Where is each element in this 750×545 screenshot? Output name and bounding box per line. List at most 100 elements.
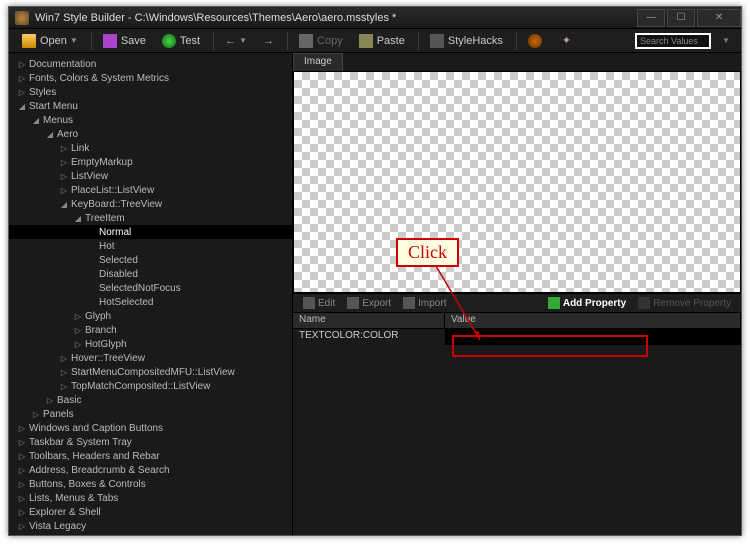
tree-item[interactable]: HotSelected (9, 295, 292, 309)
open-button[interactable]: Open▼ (15, 31, 85, 51)
image-preview[interactable] (293, 71, 741, 293)
tree-item[interactable]: ▷Address, Breadcrumb & Search (9, 463, 292, 477)
expander-open-icon[interactable]: ◢ (59, 199, 69, 209)
col-value[interactable]: Value (445, 313, 741, 328)
wand-button[interactable]: ✦ (555, 31, 578, 50)
property-row[interactable]: TEXTCOLOR:COLOR (293, 329, 741, 345)
tree-item[interactable]: ▷Branch (9, 323, 292, 337)
expander-closed-icon[interactable]: ▷ (59, 185, 69, 195)
expander-open-icon[interactable]: ◢ (31, 115, 41, 125)
tree-item-label: Hover::TreeView (71, 353, 145, 364)
tree-item[interactable]: ▷Link (9, 141, 292, 155)
forward-button[interactable]: → (256, 32, 281, 50)
expander-closed-icon[interactable]: ▷ (59, 353, 69, 363)
titlebar[interactable]: Win7 Style Builder - C:\Windows\Resource… (9, 7, 741, 29)
hacks-icon (430, 34, 444, 48)
tree-item[interactable]: ▷Vista Legacy (9, 519, 292, 533)
expander-closed-icon[interactable]: ▷ (59, 381, 69, 391)
remove-property-button[interactable]: Remove Property (632, 297, 737, 309)
tree-item[interactable]: Hot (9, 239, 292, 253)
tree-item[interactable]: ◢Aero (9, 127, 292, 141)
tree-item[interactable]: ▷EmptyMarkup (9, 155, 292, 169)
test-button[interactable]: Test (155, 31, 207, 51)
col-name[interactable]: Name (293, 313, 445, 328)
tree-item[interactable]: ▷Glyph (9, 309, 292, 323)
tree-item[interactable]: Disabled (9, 267, 292, 281)
x-icon (638, 297, 650, 309)
tree-item[interactable]: ▷HotGlyph (9, 337, 292, 351)
tree-item[interactable]: ▷Hover::TreeView (9, 351, 292, 365)
tree-item-label: SelectedNotFocus (99, 283, 181, 294)
tree-item-label: Toolbars, Headers and Rebar (29, 451, 160, 462)
search-input[interactable]: Search Values (635, 33, 711, 49)
expander-closed-icon[interactable]: ▷ (59, 171, 69, 181)
expander-closed-icon[interactable]: ▷ (17, 451, 27, 461)
expander-closed-icon[interactable]: ▷ (17, 521, 27, 531)
tree-item-label: Taskbar & System Tray (29, 437, 132, 448)
expander-closed-icon[interactable]: ▷ (73, 311, 83, 321)
expander-closed-icon[interactable]: ▷ (45, 395, 55, 405)
expander-closed-icon[interactable]: ▷ (17, 507, 27, 517)
minimize-button[interactable]: — (637, 9, 665, 27)
expander-closed-icon[interactable]: ▷ (73, 339, 83, 349)
tree-item[interactable]: ▷Panels (9, 407, 292, 421)
tree-item[interactable]: ▷Toolbars, Headers and Rebar (9, 449, 292, 463)
expander-closed-icon[interactable]: ▷ (59, 143, 69, 153)
expander-closed-icon[interactable]: ▷ (73, 325, 83, 335)
tree-item[interactable]: ▷Fonts, Colors & System Metrics (9, 71, 292, 85)
expander-closed-icon[interactable]: ▷ (17, 423, 27, 433)
save-button[interactable]: Save (96, 31, 153, 51)
export-button[interactable]: Export (341, 297, 397, 309)
expander-open-icon[interactable]: ◢ (17, 101, 27, 111)
expander-closed-icon[interactable]: ▷ (17, 59, 27, 69)
copy-button[interactable]: Copy (292, 31, 350, 51)
tree-item[interactable]: ▷Windows and Caption Buttons (9, 421, 292, 435)
expander-open-icon[interactable]: ◢ (45, 129, 55, 139)
tree-item[interactable]: ▷Taskbar & System Tray (9, 435, 292, 449)
info-button[interactable] (521, 31, 553, 51)
edit-button[interactable]: Edit (297, 297, 341, 309)
expander-closed-icon[interactable]: ▷ (17, 87, 27, 97)
tree-item[interactable]: ▷Styles (9, 85, 292, 99)
tree-item[interactable]: ▷StartMenuCompositedMFU::ListView (9, 365, 292, 379)
expander-closed-icon[interactable]: ▷ (17, 493, 27, 503)
tree-item-label: Glyph (85, 311, 111, 322)
expander-closed-icon[interactable]: ▷ (59, 157, 69, 167)
tree-item[interactable]: ▷Basic (9, 393, 292, 407)
stylehacks-button[interactable]: StyleHacks (423, 31, 510, 51)
tree-item[interactable]: ▷TopMatchComposited::ListView (9, 379, 292, 393)
back-button[interactable]: ←▼ (218, 32, 254, 50)
expander-open-icon[interactable]: ◢ (73, 213, 83, 223)
tree-item[interactable]: ◢TreeItem (9, 211, 292, 225)
property-value[interactable] (445, 329, 741, 345)
tree-item[interactable]: ▷PlaceList::ListView (9, 183, 292, 197)
expander-closed-icon[interactable]: ▷ (17, 73, 27, 83)
tree-item[interactable]: SelectedNotFocus (9, 281, 292, 295)
tree-item[interactable]: ◢Menus (9, 113, 292, 127)
tab-image[interactable]: Image (293, 53, 343, 71)
tree-item[interactable]: ◢Start Menu (9, 99, 292, 113)
tree-panel[interactable]: ▷Documentation▷Fonts, Colors & System Me… (9, 53, 293, 535)
tree-item[interactable]: ▷Buttons, Boxes & Controls (9, 477, 292, 491)
close-button[interactable]: ✕ (697, 9, 741, 27)
expander-closed-icon[interactable]: ▷ (17, 465, 27, 475)
expander-closed-icon[interactable]: ▷ (17, 437, 27, 447)
paste-button[interactable]: Paste (352, 31, 412, 51)
edit-icon (303, 297, 315, 309)
expander-closed-icon[interactable]: ▷ (31, 409, 41, 419)
import-button[interactable]: Import (397, 297, 452, 309)
tree-item[interactable]: ◢KeyBoard::TreeView (9, 197, 292, 211)
tree-item-label: StartMenuCompositedMFU::ListView (71, 367, 235, 378)
tree-item[interactable]: ▷Documentation (9, 57, 292, 71)
tree-item[interactable]: Normal (9, 225, 292, 239)
add-property-button[interactable]: Add Property (542, 297, 632, 309)
expander-closed-icon[interactable]: ▷ (59, 367, 69, 377)
property-grid-body[interactable]: TEXTCOLOR:COLOR (293, 329, 741, 535)
maximize-button[interactable]: ☐ (667, 9, 695, 27)
tree-item[interactable]: ▷Lists, Menus & Tabs (9, 491, 292, 505)
tree-item[interactable]: Selected (9, 253, 292, 267)
tree-item[interactable]: ▷Explorer & Shell (9, 505, 292, 519)
tree-item[interactable]: ▷ListView (9, 169, 292, 183)
expander-closed-icon[interactable]: ▷ (17, 479, 27, 489)
settings-button[interactable]: ▼ (717, 32, 735, 50)
